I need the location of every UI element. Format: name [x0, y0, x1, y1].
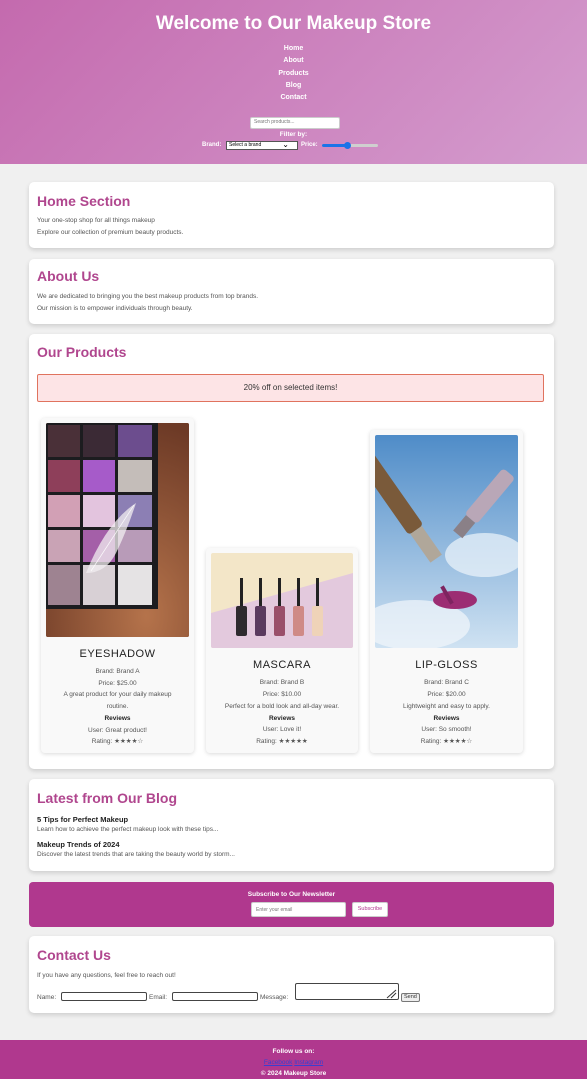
product-card-mascara[interactable]: MASCARA Brand: Brand B Price: $10.00 Per…: [206, 548, 358, 753]
filter-row: Brand: Select a brand ⌄ Price:: [0, 141, 587, 151]
home-line: Explore our collection of premium beauty…: [37, 229, 184, 236]
product-brand: Brand: Brand B: [259, 679, 305, 686]
footer-follow: Follow us on:: [272, 1048, 315, 1055]
product-description: Perfect for a bold look and all-day wear…: [224, 703, 340, 710]
product-name: MASCARA: [253, 659, 311, 671]
product-image-lip-gloss[interactable]: [375, 435, 518, 648]
blog-post-title[interactable]: Makeup Trends of 2024: [37, 840, 120, 849]
contact-section: Contact Us If you have any questions, fe…: [29, 936, 554, 1013]
lip-gloss-image: [375, 435, 518, 648]
footer-copyright: © 2024 Makeup Store: [260, 1070, 327, 1077]
promo-banner: 20% off on selected items!: [37, 374, 544, 402]
product-description: A great product for your daily makeup: [63, 691, 172, 698]
nav-about[interactable]: About: [0, 55, 587, 67]
mascara-image: [211, 553, 353, 648]
send-button[interactable]: Send: [401, 993, 420, 1002]
newsletter-section: Subscribe to Our Newsletter Enter your e…: [29, 882, 554, 927]
about-section: About Us We are dedicated to bringing yo…: [29, 259, 554, 324]
price-slider-handle[interactable]: [343, 142, 351, 149]
nav-home[interactable]: Home: [0, 43, 587, 55]
about-title: About Us: [37, 268, 100, 284]
product-brand: Brand: Brand A: [95, 668, 140, 675]
contact-name-label: Name:: [37, 994, 57, 1001]
contact-text: If you have any questions, feel free to …: [37, 972, 176, 979]
blog-title: Latest from Our Blog: [37, 790, 178, 806]
nav-products[interactable]: Products: [0, 68, 587, 80]
main-nav: Home About Products Blog Contact: [0, 43, 587, 104]
home-section: Home Section Your one-stop shop for all …: [29, 182, 554, 248]
contact-message-textarea[interactable]: [295, 983, 399, 1000]
review-text: User: So smooth!: [421, 726, 472, 733]
site-title: Welcome to Our Makeup Store: [155, 13, 432, 34]
blog-post-title[interactable]: 5 Tips for Perfect Makeup: [37, 815, 128, 824]
subscribe-button[interactable]: Subscribe: [352, 902, 388, 917]
product-price: Price: $25.00: [98, 680, 137, 687]
product-image-mascara[interactable]: [211, 553, 353, 648]
product-name: LIP-GLOSS: [415, 659, 478, 671]
products-section: Our Products 20% off on selected items!: [29, 334, 554, 769]
reviews-heading: Reviews: [268, 715, 296, 722]
product-rating: Rating: ★★★★☆: [91, 738, 144, 745]
footer-social-links: Facebook Instagram: [0, 1059, 587, 1066]
product-card-eyeshadow[interactable]: EYESHADOW Brand: Brand A Price: $25.00 A…: [41, 418, 194, 753]
product-description: routine.: [106, 703, 129, 710]
facebook-link[interactable]: Facebook: [264, 1059, 293, 1066]
contact-email-field[interactable]: [172, 992, 258, 1001]
review-text: User: Love it!: [262, 726, 302, 733]
brand-select-value: Select a brand: [229, 142, 262, 148]
product-image-eyeshadow[interactable]: [46, 423, 189, 637]
product-rating: Rating: ★★★★☆: [420, 738, 473, 745]
newsletter-email-input[interactable]: Enter your email: [251, 902, 346, 917]
contact-message-label: Message:: [260, 994, 289, 1001]
search-input[interactable]: Search products...: [250, 117, 340, 129]
newsletter-title: Subscribe to Our Newsletter: [247, 891, 336, 898]
reviews-heading: Reviews: [104, 715, 131, 722]
product-price: Price: $10.00: [262, 691, 302, 698]
eyeshadow-palette-image: [46, 423, 189, 637]
home-title: Home Section: [37, 193, 131, 209]
site-header: Welcome to Our Makeup Store Home About P…: [0, 0, 587, 164]
nav-blog[interactable]: Blog: [0, 80, 587, 92]
instagram-link[interactable]: Instagram: [294, 1059, 323, 1066]
reviews-heading: Reviews: [433, 715, 460, 722]
blog-post-excerpt: Discover the latest trends that are taki…: [37, 851, 235, 858]
contact-email-label: Email:: [149, 994, 168, 1001]
contact-name-field[interactable]: [61, 992, 147, 1001]
home-line: Your one-stop shop for all things makeup: [37, 217, 155, 224]
brand-label: Brand:: [202, 142, 222, 148]
product-price: Price: $20.00: [427, 691, 466, 698]
about-line: We are dedicated to bringing you the bes…: [37, 293, 259, 300]
blog-section: Latest from Our Blog 5 Tips for Perfect …: [29, 779, 554, 871]
nav-contact[interactable]: Contact: [0, 92, 587, 104]
brand-select[interactable]: Select a brand ⌄: [226, 141, 298, 150]
product-description: Lightweight and easy to apply.: [403, 703, 490, 710]
filter-title: Filter by:: [279, 131, 308, 138]
review-text: User: Great product!: [88, 727, 147, 734]
price-label: Price:: [301, 142, 318, 148]
product-card-lip-gloss[interactable]: LIP-GLOSS Brand: Brand C Price: $20.00 L…: [370, 430, 523, 753]
resize-handle-icon[interactable]: [385, 989, 397, 999]
chevron-down-icon: ⌄: [282, 140, 289, 149]
price-slider[interactable]: [322, 142, 378, 149]
product-rating: Rating: ★★★★★: [256, 738, 308, 745]
about-line: Our mission is to empower individuals th…: [37, 305, 193, 312]
contact-title: Contact Us: [37, 947, 111, 963]
site-footer: Follow us on: Facebook Instagram © 2024 …: [0, 1040, 587, 1079]
product-name: EYESHADOW: [79, 648, 156, 660]
product-brand: Brand: Brand C: [424, 679, 469, 686]
blog-post-excerpt: Learn how to achieve the perfect makeup …: [37, 826, 219, 833]
products-title: Our Products: [37, 344, 127, 360]
